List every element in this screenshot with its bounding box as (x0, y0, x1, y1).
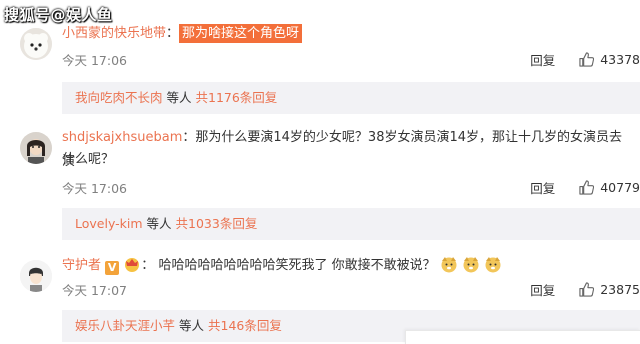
comment-actions: 回复 43378 (530, 50, 640, 69)
avatar[interactable] (20, 28, 52, 60)
avatar[interactable] (20, 260, 52, 292)
sub-reply-count[interactable]: 共1176条回复 (196, 90, 278, 105)
comment-username[interactable]: 小西蒙的快乐地带 (62, 26, 166, 41)
avatar[interactable] (20, 132, 52, 164)
sub-replies[interactable]: 我向吃肉不长肉 等人 共1176条回复 (62, 82, 640, 114)
floating-panel-edge (405, 330, 640, 344)
sub-reply-username[interactable]: 娱乐八卦天涯小芊 (75, 318, 175, 333)
thumbs-up-icon (579, 52, 595, 67)
comment-body: 小西蒙的快乐地带： 那为啥接这个角色呀 (62, 22, 630, 46)
thumbs-up-icon (579, 282, 595, 297)
like-count: 43378 (600, 52, 640, 67)
reply-button[interactable]: 回复 (530, 280, 555, 299)
comment-item: 守护者 V ： 哈哈哈哈哈哈哈哈哈笑死我了 你敢接不敢被说？ 今天 17:07 … (0, 244, 640, 344)
like-button[interactable]: 40779 (579, 180, 640, 195)
dog-face-icon (441, 257, 457, 273)
comment-time: 今天 17:07 (62, 283, 127, 298)
thumbs-up-icon (579, 180, 595, 195)
sub-reply-mid: 等人 (179, 318, 205, 333)
like-button[interactable]: 23875 (579, 282, 640, 297)
reply-button[interactable]: 回复 (530, 50, 555, 69)
crown-emoji-icon (125, 258, 140, 272)
verified-badge: V (105, 261, 120, 275)
like-button[interactable]: 43378 (579, 52, 640, 67)
sub-replies[interactable]: Lovely-kim 等人 共1033条回复 (62, 208, 640, 240)
reply-button[interactable]: 回复 (530, 178, 555, 197)
sub-reply-mid: 等人 (146, 216, 172, 231)
comment-body: 守护者 V ： 哈哈哈哈哈哈哈哈哈笑死我了 你敢接不敢被说？ (62, 254, 630, 278)
like-count: 23875 (600, 282, 640, 297)
comment-text-cont: 什么呢？ (62, 152, 115, 167)
like-count: 40779 (600, 180, 640, 195)
dog-face-icon (463, 257, 479, 273)
sub-reply-username[interactable]: Lovely-kim (75, 216, 143, 231)
comment-actions: 回复 23875 (530, 280, 640, 299)
comment-time: 今天 17:06 (62, 53, 127, 68)
watermark: 搜狐号@娱人鱼 (4, 6, 113, 24)
comment-time: 今天 17:06 (62, 181, 127, 196)
comment-username[interactable]: 守护者 (62, 258, 101, 273)
sub-reply-count[interactable]: 共146条回复 (208, 318, 282, 333)
comment-text: 哈哈哈哈哈哈哈哈哈笑死我了 你敢接不敢被说？ (158, 258, 436, 273)
sub-reply-mid: 等人 (166, 90, 192, 105)
comment-text: 那为啥接这个角色呀 (179, 24, 303, 43)
sub-reply-username[interactable]: 我向吃肉不长肉 (75, 90, 163, 105)
sub-reply-count[interactable]: 共1033条回复 (176, 216, 258, 231)
comment-actions: 回复 40779 (530, 178, 640, 197)
comment-username[interactable]: shdjskajxhsuebam (62, 130, 182, 145)
comment-item: shdjskajxhsuebam：那为什么要演14岁的少女呢？38岁女演员演14… (0, 118, 640, 244)
dog-face-icon (485, 257, 501, 273)
